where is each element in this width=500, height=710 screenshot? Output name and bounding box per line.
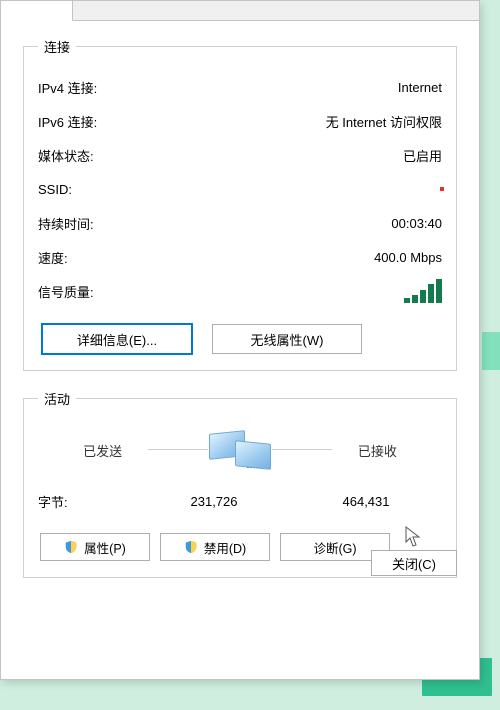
properties-button-label: 属性(P) bbox=[84, 538, 126, 557]
row-media: 媒体状态: 已启用 bbox=[38, 138, 442, 172]
duration-value: 00:03:40 bbox=[391, 216, 442, 231]
disable-button-label: 禁用(D) bbox=[204, 538, 246, 557]
speed-label: 速度: bbox=[38, 248, 68, 267]
background-partial-button bbox=[482, 332, 500, 370]
row-ssid: SSID: bbox=[38, 172, 442, 206]
media-label: 媒体状态: bbox=[38, 146, 94, 165]
row-signal: 信号质量: bbox=[38, 274, 442, 308]
bytes-row: 字节: 231,726 464,431 bbox=[38, 492, 442, 511]
wifi-status-dialog: 连接 IPv4 连接: Internet IPv6 连接: 无 Internet… bbox=[0, 0, 480, 680]
duration-label: 持续时间: bbox=[38, 214, 94, 233]
tab-strip bbox=[1, 1, 479, 21]
shield-icon bbox=[64, 540, 78, 554]
disable-button[interactable]: 禁用(D) bbox=[160, 533, 270, 561]
ipv6-label: IPv6 连接: bbox=[38, 112, 97, 131]
ipv4-value: Internet bbox=[398, 80, 442, 95]
shield-icon bbox=[184, 540, 198, 554]
properties-button[interactable]: 属性(P) bbox=[40, 533, 150, 561]
received-label: 已接收 bbox=[313, 441, 442, 460]
bytes-label: 字节: bbox=[38, 492, 138, 511]
ipv4-label: IPv4 连接: bbox=[38, 78, 97, 97]
tab-general[interactable] bbox=[1, 1, 73, 21]
wireless-properties-button[interactable]: 无线属性(W) bbox=[212, 324, 362, 354]
ssid-label: SSID: bbox=[38, 182, 72, 197]
row-ipv4: IPv4 连接: Internet bbox=[38, 70, 442, 104]
row-speed: 速度: 400.0 Mbps bbox=[38, 240, 442, 274]
close-button[interactable]: 关闭(C) bbox=[371, 550, 457, 576]
row-duration: 持续时间: 00:03:40 bbox=[38, 206, 442, 240]
ipv6-value: 无 Internet 访问权限 bbox=[326, 112, 442, 131]
media-value: 已启用 bbox=[403, 146, 442, 165]
details-button[interactable]: 详细信息(E)... bbox=[42, 324, 192, 354]
speed-value: 400.0 Mbps bbox=[374, 250, 442, 265]
row-ipv6: IPv6 连接: 无 Internet 访问权限 bbox=[38, 104, 442, 138]
cursor-icon bbox=[405, 526, 423, 548]
network-activity-icon bbox=[209, 428, 271, 472]
signal-label: 信号质量: bbox=[38, 282, 94, 301]
connection-legend: 连接 bbox=[38, 37, 76, 56]
bytes-received-value: 464,431 bbox=[290, 494, 442, 509]
activity-header: 已发送 已接收 bbox=[38, 422, 442, 478]
signal-bars-icon bbox=[404, 279, 442, 303]
connection-group: 连接 IPv4 连接: Internet IPv6 连接: 无 Internet… bbox=[23, 37, 457, 371]
bytes-sent-value: 231,726 bbox=[138, 494, 290, 509]
activity-legend: 活动 bbox=[38, 389, 76, 408]
diagnose-button-label: 诊断(G) bbox=[313, 538, 356, 557]
